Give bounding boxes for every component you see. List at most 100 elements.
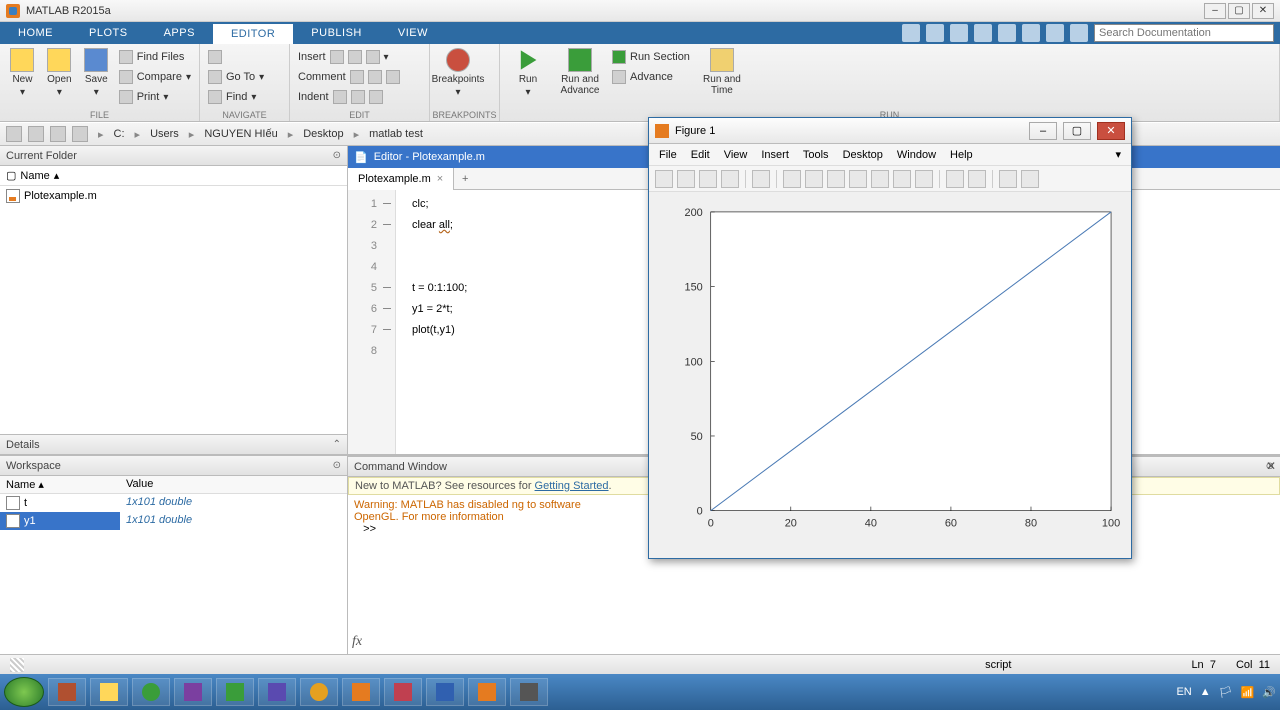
run-advance-button[interactable]: Run and Advance	[556, 48, 604, 96]
fig-zoomout-icon[interactable]	[805, 170, 823, 188]
ws-col-name[interactable]: Name ▴	[0, 476, 120, 494]
run-section-button[interactable]: Run Section	[612, 48, 690, 66]
quick-icon[interactable]	[998, 24, 1016, 42]
system-tray[interactable]: EN ▲🏳📶🔊	[1176, 686, 1276, 699]
find-files-button[interactable]: Find Files	[119, 48, 191, 66]
nav-fwd-icon[interactable]	[28, 126, 44, 142]
taskbar-app[interactable]	[90, 678, 128, 706]
fig-print-icon[interactable]	[721, 170, 739, 188]
insert-button[interactable]: Insert ▾	[298, 48, 400, 66]
fig-new-icon[interactable]	[655, 170, 673, 188]
editor-tab[interactable]: Plotexample.m×	[348, 168, 454, 190]
path-desktop[interactable]: Desktop	[303, 128, 343, 140]
workspace-header[interactable]: Workspace⊙	[0, 456, 347, 476]
open-button[interactable]: Open▾	[45, 48, 74, 98]
taskbar-app[interactable]	[510, 678, 548, 706]
figmenu-tools[interactable]: Tools	[803, 149, 829, 161]
close-button[interactable]: ✕	[1252, 3, 1274, 19]
run-time-button[interactable]: Run and Time	[698, 48, 746, 96]
tab-publish[interactable]: PUBLISH	[293, 22, 380, 44]
fig-colorbar-icon[interactable]	[946, 170, 964, 188]
fig-save-icon[interactable]	[699, 170, 717, 188]
search-documentation-input[interactable]	[1094, 24, 1274, 42]
find-button[interactable]: Find ▾	[208, 88, 264, 106]
print-button[interactable]: Print ▾	[119, 88, 191, 106]
current-folder-header[interactable]: Current Folder⊙	[0, 146, 347, 166]
quick-icon[interactable]	[1022, 24, 1040, 42]
tab-plots[interactable]: PLOTS	[71, 22, 146, 44]
fig-dock-icon[interactable]	[999, 170, 1017, 188]
up-icon[interactable]	[72, 126, 88, 142]
fig-open-icon[interactable]	[677, 170, 695, 188]
help-icon[interactable]	[1070, 24, 1088, 42]
new-button[interactable]: New▾	[8, 48, 37, 98]
taskbar-app[interactable]	[216, 678, 254, 706]
figmenu-more-icon[interactable]: ▾	[1115, 148, 1121, 161]
advance-button[interactable]: Advance	[612, 68, 690, 86]
comment-button[interactable]: Comment	[298, 68, 400, 86]
quick-icon[interactable]	[974, 24, 992, 42]
folder-icon[interactable]	[50, 126, 66, 142]
fig-pan-icon[interactable]	[827, 170, 845, 188]
restore-button[interactable]: ▢	[1228, 3, 1250, 19]
compare-button[interactable]: Compare ▾	[119, 68, 191, 86]
tab-editor[interactable]: EDITOR	[213, 22, 293, 44]
file-tree[interactable]: Plotexample.m	[0, 186, 347, 434]
tab-view[interactable]: VIEW	[380, 22, 446, 44]
indent-button[interactable]: Indent	[298, 88, 400, 106]
details-header[interactable]: Details⌃	[0, 435, 347, 455]
add-tab-button[interactable]: +	[454, 173, 476, 185]
taskbar-matlab[interactable]	[342, 678, 380, 706]
plot-axes[interactable]: 050100150200020406080100	[649, 192, 1131, 552]
quick-icon[interactable]	[926, 24, 944, 42]
fig-datacursor-icon[interactable]	[871, 170, 889, 188]
fig-brush-icon[interactable]	[893, 170, 911, 188]
save-button[interactable]: Save▾	[82, 48, 111, 98]
fig-pointer-icon[interactable]	[752, 170, 770, 188]
nav-back-icon[interactable]	[6, 126, 22, 142]
figmenu-desktop[interactable]: Desktop	[843, 149, 883, 161]
taskbar-app[interactable]	[468, 678, 506, 706]
breakpoints-button[interactable]: Breakpoints▾	[438, 48, 478, 98]
ws-var-y1[interactable]: y1	[0, 512, 120, 530]
path-user[interactable]: NGUYEN HIếu	[204, 128, 277, 140]
taskbar-app[interactable]	[258, 678, 296, 706]
taskbar-app[interactable]	[174, 678, 212, 706]
figmenu-view[interactable]: View	[724, 149, 748, 161]
fig-link-icon[interactable]	[915, 170, 933, 188]
fx-icon[interactable]: fx	[352, 634, 362, 650]
taskbar-app[interactable]	[48, 678, 86, 706]
figure-minimize-button[interactable]: –	[1029, 122, 1057, 140]
taskbar-app[interactable]	[132, 678, 170, 706]
ws-var-t[interactable]: t	[0, 494, 120, 512]
figmenu-file[interactable]: File	[659, 149, 677, 161]
getting-started-link[interactable]: Getting Started	[535, 480, 609, 492]
figmenu-window[interactable]: Window	[897, 149, 936, 161]
close-tab-icon[interactable]: ×	[437, 173, 443, 185]
figure-titlebar[interactable]: Figure 1 – ▢ ✕	[649, 118, 1131, 144]
close-info-icon[interactable]: ✕	[1266, 459, 1276, 473]
figure-maximize-button[interactable]: ▢	[1063, 122, 1091, 140]
fig-dock2-icon[interactable]	[1021, 170, 1039, 188]
figure-window[interactable]: Figure 1 – ▢ ✕ File Edit View Insert Too…	[648, 117, 1132, 559]
path-users[interactable]: Users	[150, 128, 179, 140]
name-column-header[interactable]: ▢ Name ▴	[0, 166, 347, 186]
taskbar-app[interactable]	[300, 678, 338, 706]
taskbar-app[interactable]	[384, 678, 422, 706]
path-folder[interactable]: matlab test	[369, 128, 423, 140]
figmenu-edit[interactable]: Edit	[691, 149, 710, 161]
figmenu-help[interactable]: Help	[950, 149, 973, 161]
file-item[interactable]: Plotexample.m	[6, 188, 341, 204]
tab-apps[interactable]: APPS	[146, 22, 213, 44]
run-button[interactable]: Run▾	[508, 48, 548, 98]
back-button[interactable]	[208, 48, 264, 66]
ws-col-value[interactable]: Value	[120, 476, 347, 494]
quick-icon[interactable]	[950, 24, 968, 42]
quick-icon[interactable]	[1046, 24, 1064, 42]
fig-legend-icon[interactable]	[968, 170, 986, 188]
start-button[interactable]	[4, 677, 44, 707]
minimize-button[interactable]: –	[1204, 3, 1226, 19]
figmenu-insert[interactable]: Insert	[761, 149, 789, 161]
taskbar-word[interactable]	[426, 678, 464, 706]
goto-button[interactable]: Go To ▾	[208, 68, 264, 86]
